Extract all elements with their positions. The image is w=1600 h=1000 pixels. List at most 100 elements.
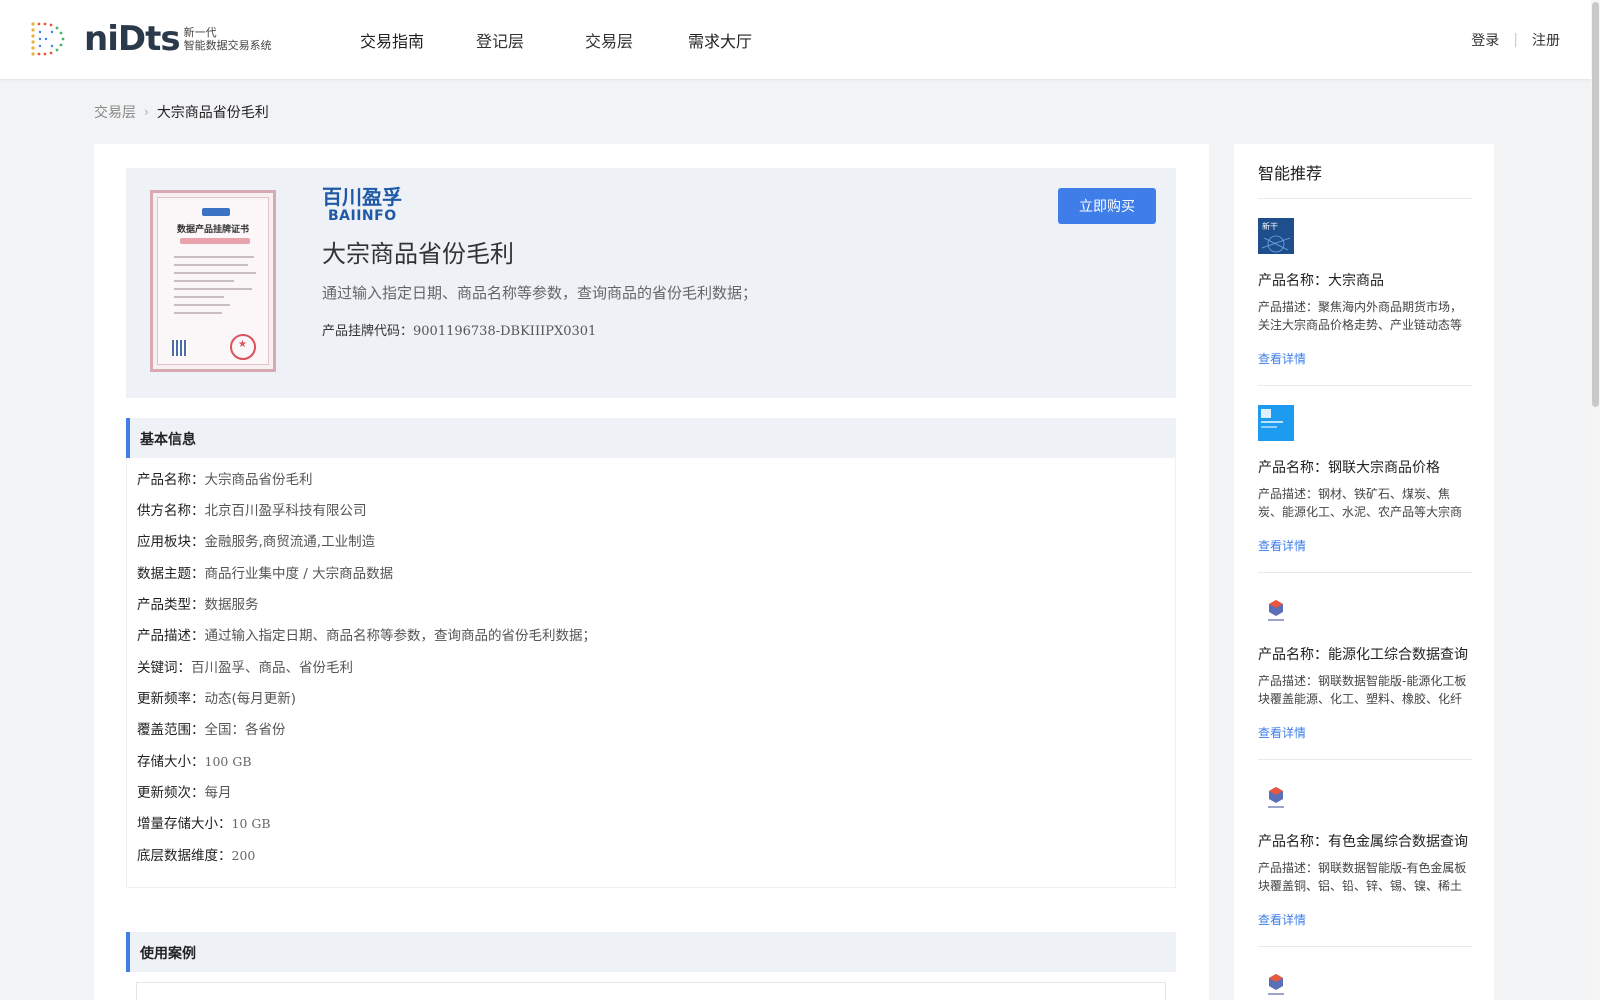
info-key: 应用板块：: [137, 534, 205, 550]
item-divider: [1258, 572, 1472, 573]
register-link[interactable]: 注册: [1532, 30, 1560, 50]
info-row-data-dimension: 底层数据维度：200: [137, 844, 255, 864]
product-code: 产品挂牌代码：9001196738-DBKIIIPX0301: [322, 320, 596, 339]
view-details-link[interactable]: 查看详情: [1258, 911, 1306, 928]
logo-mark-icon: [31, 22, 65, 56]
view-details-link[interactable]: 查看详情: [1258, 537, 1306, 554]
recommendation-description: 产品描述：聚焦海内外商品期货市场，关注大宗商品价格走势、产业链动态等相关信息: [1258, 300, 1463, 332]
product-summary-card: 数据产品挂牌证书 百川盈孚 BAIINFO 立即购买 大宗商品省份毛利 通过输入…: [126, 168, 1176, 398]
supplier-brand-logo: 百川盈孚 BAIINFO: [322, 186, 402, 224]
info-value: 金融服务,商贸流通,工业制造: [204, 534, 376, 550]
info-row-product-type: 产品类型：数据服务: [137, 593, 259, 613]
breadcrumb-parent-link[interactable]: 交易层: [94, 102, 136, 122]
logo-subtitle-line-2: 智能数据交易系统: [183, 39, 272, 52]
certificate-title: 数据产品挂牌证书: [176, 225, 249, 235]
certificate-logo-icon: [202, 208, 230, 216]
auth-divider: |: [1513, 32, 1518, 48]
product-thumbnail[interactable]: [1258, 966, 1294, 1000]
logo-subtitle-line-1: 新一代: [183, 26, 217, 39]
info-row-coverage: 覆盖范围：全国：各省份: [137, 718, 286, 738]
svg-text:新干: 新干: [1262, 221, 1278, 231]
info-row-storage-size: 存储大小：100 GB: [137, 750, 252, 770]
info-value: 百川盈孚、商品、省份毛利: [191, 660, 353, 676]
certificate-subtitle-bar: [180, 238, 250, 244]
info-value: 通过输入指定日期、商品名称等参数，查询商品的省份毛利数据；: [204, 628, 597, 644]
certificate-text-line: [174, 264, 248, 266]
recommendation-name: 产品名称：有色金属综合数据查询: [1258, 834, 1468, 850]
info-value: 全国：各省份: [204, 722, 286, 738]
product-thumbnail[interactable]: [1258, 405, 1294, 441]
info-value: 大宗商品省份毛利: [204, 472, 313, 488]
certificate-text-line: [174, 296, 224, 298]
info-key: 底层数据维度：: [137, 848, 232, 864]
brand-name-cn: 百川盈孚: [322, 185, 402, 209]
recommendation-name: 产品名称：大宗商品: [1258, 273, 1384, 289]
logo-wordmark: niDts: [84, 19, 181, 59]
info-value: 200: [231, 848, 256, 863]
info-key: 存储大小：: [137, 754, 205, 770]
certificate-text-line: [174, 256, 254, 258]
info-key: 更新频率：: [137, 691, 205, 707]
auth-links: 登录 | 注册: [1471, 30, 1560, 50]
item-divider: [1258, 759, 1472, 760]
certificate-text-line: [174, 312, 222, 314]
breadcrumb: 交易层 › 大宗商品省份毛利: [94, 102, 269, 122]
certificate-image[interactable]: 数据产品挂牌证书: [150, 190, 276, 372]
product-detail-panel: 数据产品挂牌证书 百川盈孚 BAIINFO 立即购买 大宗商品省份毛利 通过输入…: [94, 144, 1209, 1000]
buy-now-button[interactable]: 立即购买: [1058, 188, 1156, 224]
product-description: 通过输入指定日期、商品名称等参数，查询商品的省份毛利数据；: [322, 284, 758, 302]
site-logo[interactable]: niDts 新一代 智能数据交易系统: [30, 20, 272, 58]
info-value: 数据服务: [204, 597, 259, 613]
info-row-description: 产品描述：通过输入指定日期、商品名称等参数，查询商品的省份毛利数据；: [137, 624, 596, 644]
info-key: 产品类型：: [137, 597, 205, 613]
use-cases-title: 使用案例: [140, 946, 196, 962]
qr-code-icon: [172, 340, 188, 356]
info-value: 北京百川盈孚科技有限公司: [204, 503, 367, 519]
info-key: 更新频次：: [137, 785, 205, 801]
info-key: 产品名称：: [137, 472, 205, 488]
info-value: 100 GB: [204, 754, 252, 769]
info-value: 商品行业集中度 / 大宗商品数据: [204, 566, 394, 582]
scrollbar-thumb[interactable]: [1592, 2, 1599, 407]
info-row-product-name: 产品名称：大宗商品省份毛利: [137, 468, 313, 488]
info-row-topic: 数据主题：商品行业集中度 / 大宗商品数据: [137, 562, 393, 582]
certificate-text-line: [174, 288, 252, 290]
view-details-link[interactable]: 查看详情: [1258, 350, 1306, 367]
nav-demand-hall[interactable]: 需求大厅: [688, 28, 768, 52]
item-divider: [1258, 946, 1472, 947]
cube-logo-icon: [1268, 974, 1284, 995]
recommendation-description: 产品描述：钢联数据智能版-有色金属板块覆盖铜、铝、铅、锌、锡、镍、稀土等品种: [1258, 861, 1467, 893]
view-details-link[interactable]: 查看详情: [1258, 724, 1306, 741]
certificate-text-line: [174, 304, 230, 306]
info-value: 动态(每月更新): [204, 691, 297, 707]
info-key: 数据主题：: [137, 566, 205, 582]
recommendation-name: 产品名称：能源化工综合数据查询: [1258, 647, 1468, 663]
product-thumbnail[interactable]: [1258, 592, 1294, 628]
use-cases-header: 使用案例: [126, 932, 1176, 972]
info-value: 每月: [204, 785, 232, 801]
info-row-sector: 应用板块：金融服务,商贸流通,工业制造: [137, 530, 375, 550]
page-scrollbar[interactable]: [1591, 0, 1600, 1000]
product-thumbnail-icon: 新干: [1258, 218, 1294, 254]
basic-info-list: 产品名称：大宗商品省份毛利 供方名称：北京百川盈孚科技有限公司 应用板块：金融服…: [126, 458, 1176, 888]
sidebar-divider: [1258, 198, 1472, 199]
info-row-update-count: 更新频次：每月: [137, 781, 232, 801]
recommendation-description: 产品描述：钢联数据智能版-能源化工板块覆盖能源、化工、塑料、橡胶、化纤等品种: [1258, 674, 1467, 706]
nav-trading-layer[interactable]: 交易层: [585, 28, 645, 52]
nav-trading-guide[interactable]: 交易指南: [360, 28, 430, 52]
chevron-right-icon: ›: [144, 105, 149, 119]
recommendation-sidebar: 智能推荐 新干 产品名称：大宗商品 产品描述：聚焦海内外商品期货市场，关注大宗商…: [1234, 144, 1494, 1000]
info-row-keywords: 关键词：百川盈孚、商品、省份毛利: [137, 656, 353, 676]
login-link[interactable]: 登录: [1471, 30, 1499, 50]
breadcrumb-current: 大宗商品省份毛利: [156, 105, 269, 121]
recommendation-description: 产品描述：钢材、铁矿石、煤炭、焦炭、能源化工、水泥、农产品等大宗商品价格数据: [1258, 487, 1463, 519]
seal-icon: [230, 334, 256, 360]
nav-registration-layer[interactable]: 登记层: [476, 28, 536, 52]
use-cases-content: [136, 982, 1166, 1000]
info-value: 10 GB: [231, 816, 271, 831]
basic-info-title: 基本信息: [140, 432, 196, 448]
product-thumbnail[interactable]: 新干: [1258, 218, 1294, 254]
product-title: 大宗商品省份毛利: [322, 240, 514, 268]
cube-logo-icon: [1268, 600, 1284, 621]
product-thumbnail[interactable]: [1258, 779, 1294, 815]
